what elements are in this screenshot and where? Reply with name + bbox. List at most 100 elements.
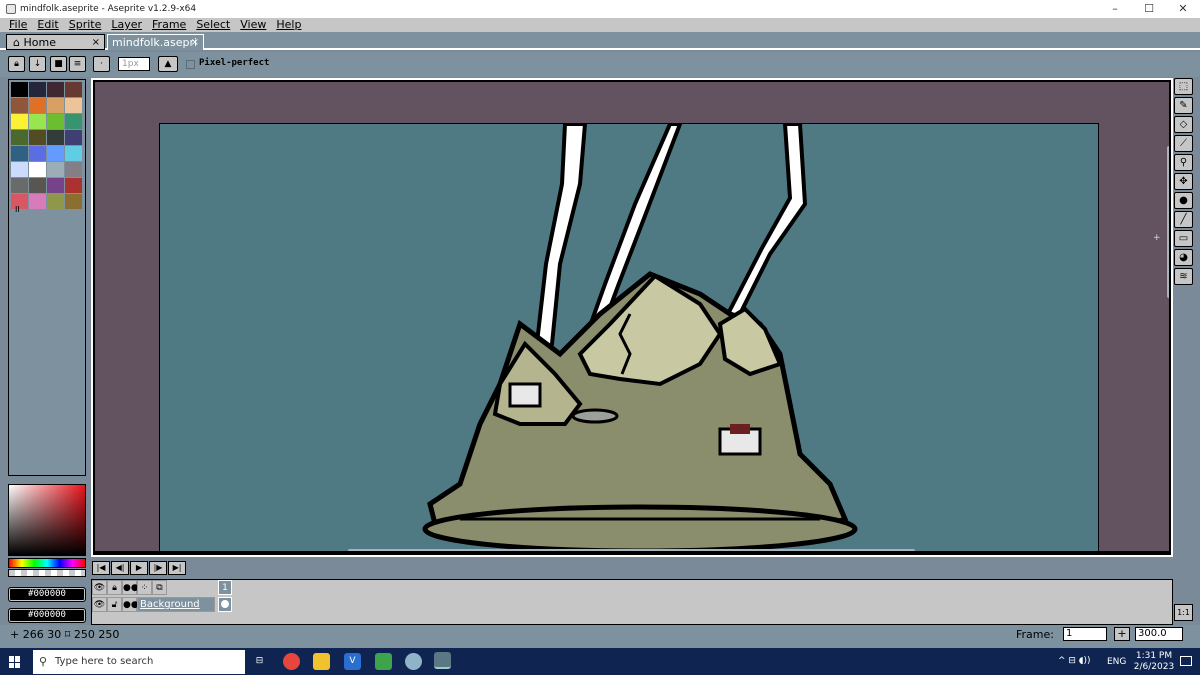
palette-swatch[interactable] <box>29 114 46 129</box>
palette-swatch[interactable] <box>11 162 28 177</box>
palette-swatch[interactable] <box>29 178 46 193</box>
next-frame-icon[interactable]: |▶ <box>149 561 167 575</box>
menu-lines-icon[interactable]: ≡ <box>69 56 86 72</box>
palette-swatch[interactable] <box>47 194 64 209</box>
minimize-button[interactable]: – <box>1098 0 1132 18</box>
line-icon[interactable]: ╱ <box>1174 211 1193 228</box>
palette-swatch[interactable] <box>65 162 82 177</box>
zoom-icon[interactable]: ⚲ <box>1174 154 1193 171</box>
tab-home[interactable]: ⌂ Home × <box>6 34 105 50</box>
palette-swatch[interactable] <box>65 82 82 97</box>
palette-swatch[interactable] <box>47 130 64 145</box>
menu-frame[interactable]: Frame <box>147 18 191 32</box>
alpha-slider[interactable] <box>8 569 86 577</box>
hue-slider[interactable] <box>8 558 86 568</box>
frame-input[interactable]: 1 <box>1063 627 1107 641</box>
zoom-plus-button[interactable]: + <box>1114 627 1130 641</box>
lock-icon[interactable]: 🔒︎ <box>8 56 25 72</box>
palette-swatch[interactable] <box>47 178 64 193</box>
maximize-button[interactable]: ☐ <box>1132 0 1166 18</box>
continuous-icon[interactable]: ●● <box>122 580 139 595</box>
onion-icon[interactable]: ⁘ <box>137 580 152 595</box>
frame-header[interactable]: 1 <box>218 580 232 595</box>
palette-swatch[interactable] <box>11 178 28 193</box>
rectangle-icon[interactable]: ▭ <box>1174 230 1193 247</box>
blur-icon[interactable]: ≋ <box>1174 268 1193 285</box>
layer-row-background[interactable]: 👁︎ 🔓︎ ●● Background <box>92 597 215 613</box>
foreground-color-button[interactable]: #000000 <box>8 587 86 602</box>
contour-icon[interactable]: ◕ <box>1174 249 1193 266</box>
palette-more-label[interactable]: II <box>15 205 20 214</box>
tray-icons[interactable]: ^ ⊟ ◖)) <box>1058 656 1091 666</box>
app-blue-icon[interactable] <box>405 653 422 670</box>
app-green-icon[interactable] <box>375 653 392 670</box>
editor-canvas[interactable]: + <box>95 82 1169 551</box>
palette-swatch[interactable] <box>47 146 64 161</box>
menu-sprite[interactable]: Sprite <box>64 18 107 32</box>
color-picker-spectrum[interactable] <box>8 484 86 556</box>
arrow-down-icon[interactable]: ↓ <box>29 56 46 72</box>
menu-layer[interactable]: Layer <box>106 18 147 32</box>
palette-swatch[interactable] <box>47 82 64 97</box>
palette-swatch[interactable] <box>65 178 82 193</box>
brush-type-icon[interactable]: ▲ <box>158 56 178 72</box>
prev-frame-icon[interactable]: ◀| <box>111 561 129 575</box>
language-indicator[interactable]: ENG <box>1107 657 1126 667</box>
tab-home-close-icon[interactable]: × <box>92 35 100 50</box>
menu-select[interactable]: Select <box>191 18 235 32</box>
move-icon[interactable]: ✥ <box>1174 173 1193 190</box>
notification-icon[interactable] <box>1180 656 1192 666</box>
palette-swatch[interactable] <box>29 194 46 209</box>
palette-swatch[interactable] <box>29 162 46 177</box>
task-view-icon[interactable]: ⊟ <box>251 653 268 670</box>
close-window-button[interactable]: ✕ <box>1166 0 1200 18</box>
palette-swatch[interactable] <box>47 98 64 113</box>
clock-time[interactable]: 1:31 PM <box>1132 651 1176 661</box>
palette-swatch[interactable] <box>11 146 28 161</box>
palette-swatch[interactable] <box>65 194 82 209</box>
eye-icon[interactable]: 👁︎ <box>92 580 107 595</box>
layer-continuous-icon[interactable]: ●● <box>122 597 139 612</box>
eraser-icon[interactable]: ◇ <box>1174 116 1193 133</box>
palette-swatch[interactable] <box>65 146 82 161</box>
palette-swatch[interactable] <box>11 114 28 129</box>
menu-edit[interactable]: Edit <box>32 18 63 32</box>
file-explorer-icon[interactable] <box>313 653 330 670</box>
palette-swatch[interactable] <box>29 130 46 145</box>
palette-swatch[interactable] <box>65 98 82 113</box>
horizontal-scrollbar[interactable] <box>348 549 915 551</box>
lock-header-icon[interactable]: 🔒︎ <box>107 580 122 595</box>
palette-swatch[interactable] <box>47 162 64 177</box>
vertical-scrollbar[interactable] <box>1167 146 1169 298</box>
play-icon[interactable]: ▶ <box>130 561 148 575</box>
aseprite-taskbar-icon[interactable] <box>434 652 451 669</box>
cel-keyframe[interactable] <box>218 597 232 612</box>
brush-dot-icon[interactable]: · <box>93 56 110 72</box>
layer-lock-icon[interactable]: 🔓︎ <box>107 597 122 612</box>
chrome-icon[interactable] <box>283 653 300 670</box>
last-frame-icon[interactable]: ▶| <box>168 561 186 575</box>
palette-swatch[interactable] <box>29 146 46 161</box>
brush-size-field[interactable]: 1px <box>118 57 150 71</box>
palette-swatch[interactable] <box>11 82 28 97</box>
palette-swatch[interactable] <box>29 82 46 97</box>
background-color-button[interactable]: #000000 <box>8 608 86 623</box>
menu-view[interactable]: View <box>235 18 271 32</box>
palette-swatch[interactable] <box>11 130 28 145</box>
paint-bucket-icon[interactable]: ● <box>1174 192 1193 209</box>
layer-name[interactable]: Background <box>137 597 215 612</box>
eyedropper-icon[interactable]: ⟋ <box>1174 135 1193 152</box>
vscode-icon[interactable]: V <box>344 653 361 670</box>
link-icon[interactable]: ⧉ <box>152 580 167 595</box>
palette-swatch[interactable] <box>65 130 82 145</box>
menu-help[interactable]: Help <box>271 18 306 32</box>
pixel-perfect-checkbox[interactable] <box>186 60 195 69</box>
tab-file-close-icon[interactable]: × <box>191 35 199 50</box>
marquee-select-icon[interactable]: ⬚ <box>1174 78 1193 95</box>
palette-swatch[interactable] <box>47 114 64 129</box>
pencil-icon[interactable]: ✎ <box>1174 97 1193 114</box>
palette-swatch[interactable] <box>29 98 46 113</box>
menu-file[interactable]: File <box>0 18 32 32</box>
first-frame-icon[interactable]: |◀ <box>92 561 110 575</box>
tab-mindfolk[interactable]: mindfolk.asepri × <box>107 34 204 50</box>
